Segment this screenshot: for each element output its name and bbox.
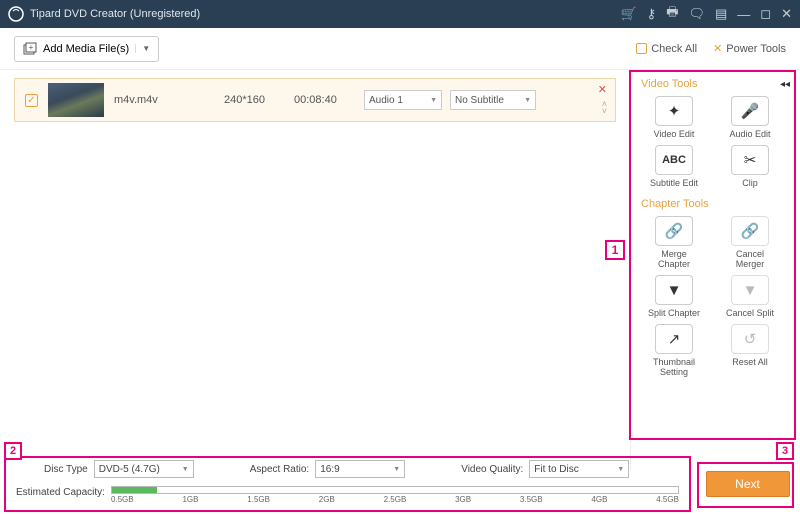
tool-subtitle-edit[interactable]: ABC — [655, 145, 693, 175]
chevron-down-icon[interactable]: ▼ — [135, 44, 150, 53]
tool-label: Audio Edit — [729, 129, 770, 139]
video-tools-title: Video Tools ◂◂ — [637, 76, 794, 94]
file-checkbox[interactable]: ✓ — [25, 94, 38, 107]
file-name: m4v.m4v — [114, 94, 224, 106]
audio-select[interactable]: Audio 1▼ — [364, 90, 442, 110]
aspect-ratio-label: Aspect Ratio: — [250, 464, 309, 475]
chat-icon[interactable]: 🗨 — [688, 6, 705, 22]
checkbox-icon — [636, 43, 647, 54]
add-file-icon: + — [23, 42, 37, 56]
capacity-bar: 0.5GB1GB1.5GB2GB2.5GB3GB3.5GB4GB4.5GB — [111, 484, 679, 500]
tool-label: Cancel Split — [726, 308, 774, 318]
feedback-icon[interactable]: ▤ — [715, 6, 727, 22]
chapter-tools-title: Chapter Tools — [637, 196, 794, 214]
svg-text:+: + — [29, 43, 34, 52]
next-button[interactable]: Next — [706, 471, 790, 497]
video-quality-select[interactable]: Fit to Disc▼ — [529, 460, 629, 478]
file-row[interactable]: ✓ m4v.m4v 240*160 00:08:40 Audio 1▼ No S… — [14, 78, 616, 122]
key-icon[interactable]: ⚷ — [647, 6, 657, 22]
capacity-label: Estimated Capacity: — [16, 487, 105, 498]
file-resolution: 240*160 — [224, 94, 294, 106]
video-thumbnail[interactable] — [48, 83, 104, 117]
tool-cancel-merger: 🔗 — [731, 216, 769, 246]
check-all-label: Check All — [651, 43, 697, 55]
add-media-button[interactable]: + Add Media File(s) ▼ — [14, 36, 159, 62]
tool-thumbnail-setting[interactable]: ↗ — [655, 324, 693, 354]
video-quality-label: Video Quality: — [461, 464, 523, 475]
tool-label: Thumbnail Setting — [645, 357, 703, 377]
window-title: Tipard DVD Creator (Unregistered) — [30, 8, 620, 20]
subtitle-select[interactable]: No Subtitle▼ — [450, 90, 536, 110]
maximize-icon[interactable]: ◻ — [760, 6, 771, 22]
aspect-ratio-select[interactable]: 16:9▼ — [315, 460, 405, 478]
chevron-down-icon: ▼ — [524, 97, 531, 104]
tool-label: Split Chapter — [648, 308, 700, 318]
close-window-icon[interactable]: ✕ — [781, 6, 792, 22]
minimize-icon[interactable]: — — [737, 7, 750, 22]
output-config: 2 Disc Type DVD-5 (4.7G)▼ Aspect Ratio: … — [0, 454, 695, 514]
tool-cancel-split: ▼ — [731, 275, 769, 305]
chevron-down-icon: ▼ — [430, 97, 437, 104]
power-tools-button[interactable]: ✕ Power Tools — [713, 42, 786, 55]
tool-label: Clip — [742, 178, 758, 188]
annotation-callout-1: 1 — [605, 240, 625, 260]
tool-clip[interactable]: ✂ — [731, 145, 769, 175]
tool-reset-all: ↺ — [731, 324, 769, 354]
annotation-callout-3: 3 — [776, 442, 794, 460]
print-icon[interactable]: 🖶 — [666, 3, 678, 25]
titlebar: Tipard DVD Creator (Unregistered) 🛒 ⚷ 🖶 … — [0, 0, 800, 28]
tool-merge-chapter[interactable]: 🔗 — [655, 216, 693, 246]
tool-audio-edit[interactable]: 🎤 — [731, 96, 769, 126]
cart-icon[interactable]: 🛒 — [620, 6, 636, 22]
tools-panel: 1 Video Tools ◂◂ ✦Video Edit🎤Audio EditA… — [630, 70, 800, 470]
tools-icon: ✕ — [713, 42, 722, 55]
tool-video-edit[interactable]: ✦ — [655, 96, 693, 126]
file-list: ✓ m4v.m4v 240*160 00:08:40 Audio 1▼ No S… — [0, 70, 630, 470]
check-all[interactable]: Check All — [636, 43, 697, 55]
collapse-icon[interactable]: ◂◂ — [780, 79, 790, 90]
annotation-callout-2: 2 — [4, 442, 22, 460]
add-media-label: Add Media File(s) — [43, 43, 129, 55]
tool-label: Merge Chapter — [645, 249, 703, 269]
tool-label: Subtitle Edit — [650, 178, 698, 188]
tool-label: Video Edit — [654, 129, 695, 139]
tool-label: Reset All — [732, 357, 768, 367]
disc-type-label: Disc Type — [44, 464, 88, 475]
tool-label: Cancel Merger — [721, 249, 779, 269]
toolbar: + Add Media File(s) ▼ Check All ✕ Power … — [0, 28, 800, 70]
reorder-arrows-icon[interactable]: ˄˅ — [602, 101, 607, 115]
remove-file-icon[interactable]: ✕ — [598, 83, 607, 96]
app-logo-icon — [8, 6, 24, 22]
power-tools-label: Power Tools — [726, 43, 786, 55]
next-area: 3 Next — [695, 454, 800, 514]
file-duration: 00:08:40 — [294, 94, 364, 106]
disc-type-select[interactable]: DVD-5 (4.7G)▼ — [94, 460, 194, 478]
tool-split-chapter[interactable]: ▼ — [655, 275, 693, 305]
